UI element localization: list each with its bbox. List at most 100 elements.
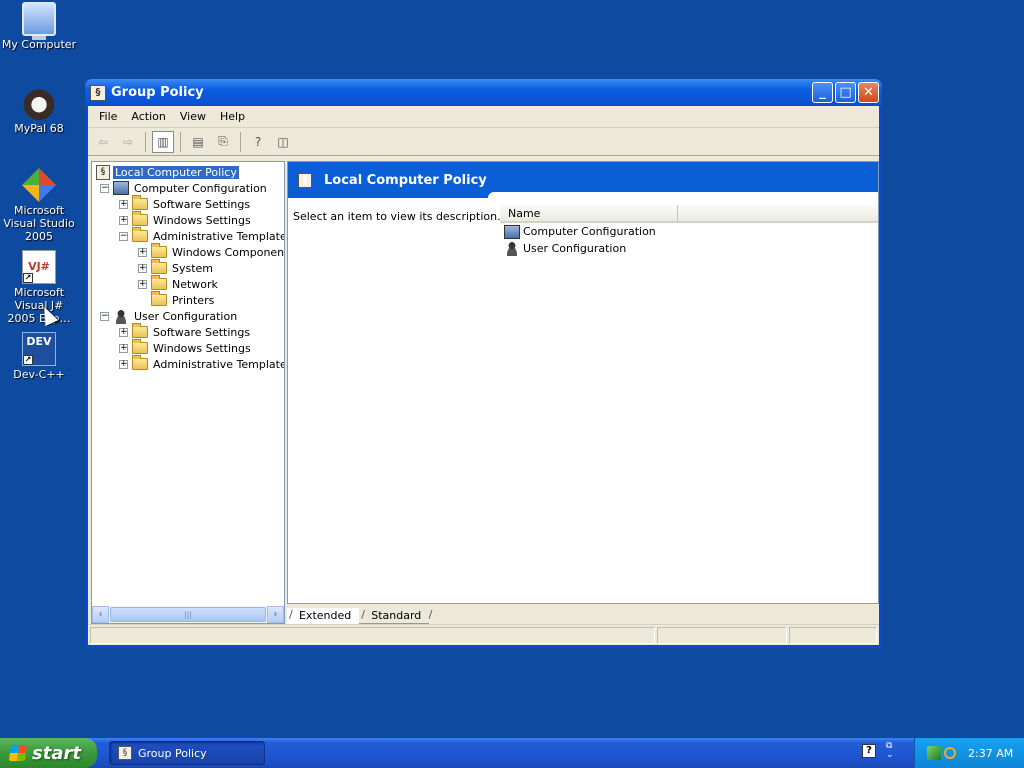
taskbar-button-label: Group Policy bbox=[138, 746, 207, 760]
minimize-icon: _ bbox=[819, 85, 826, 100]
mypal-icon bbox=[22, 86, 56, 120]
properties-button[interactable]: ▤ bbox=[187, 131, 209, 153]
tree-node-windows-components[interactable]: + Windows Components bbox=[92, 243, 284, 260]
details-pane: § Local Computer Policy Select an item t… bbox=[287, 161, 879, 604]
collapse-toggle[interactable]: − bbox=[119, 231, 128, 241]
export-list-button[interactable]: ⎘ bbox=[212, 131, 234, 153]
scroll-right-button[interactable]: › bbox=[267, 606, 284, 623]
computer-icon bbox=[504, 224, 520, 239]
scroll-thumb[interactable]: ||| bbox=[110, 607, 266, 622]
shortcut-arrow-icon: ↗ bbox=[23, 273, 33, 283]
tree-node-cc-windows-settings[interactable]: + Windows Settings bbox=[92, 211, 284, 228]
restore-icon[interactable]: ⧉ ⌄ bbox=[886, 742, 894, 760]
folder-icon bbox=[132, 355, 148, 370]
tree-label: Network bbox=[172, 277, 218, 291]
tab-standard[interactable]: Standard bbox=[359, 608, 432, 624]
search-icon[interactable] bbox=[944, 747, 956, 759]
list-item-label: User Configuration bbox=[523, 242, 627, 255]
desktop-icon-visual-studio[interactable]: Microsoft Visual Studio 2005 bbox=[0, 168, 78, 243]
start-button[interactable]: start bbox=[0, 738, 97, 768]
show-hide-tree-button[interactable]: ▥ bbox=[152, 130, 174, 153]
minimize-button[interactable]: _ bbox=[812, 82, 833, 103]
properties-icon: ▤ bbox=[192, 134, 204, 149]
expand-toggle[interactable]: + bbox=[119, 215, 128, 225]
user-icon bbox=[504, 241, 520, 256]
expand-toggle[interactable]: + bbox=[138, 263, 147, 273]
status-cell bbox=[657, 627, 787, 644]
forward-arrow-icon: ⇨ bbox=[122, 134, 134, 149]
taskbar: start § Group Policy ? ⧉ ⌄ 2:37 AM bbox=[0, 738, 1024, 768]
group-policy-app-icon[interactable]: § bbox=[90, 84, 106, 101]
back-button[interactable]: ⇦ bbox=[92, 131, 114, 153]
group-policy-window: § Group Policy _ □ ✕ File Action View He… bbox=[85, 79, 882, 648]
menu-file[interactable]: File bbox=[92, 108, 124, 125]
system-tray: 2:37 AM bbox=[914, 738, 1024, 768]
clock[interactable]: 2:37 AM bbox=[968, 747, 1013, 760]
forward-button[interactable]: ⇨ bbox=[117, 131, 139, 153]
tab-extended[interactable]: Extended bbox=[287, 608, 360, 624]
column-header-name[interactable]: Name bbox=[500, 205, 678, 221]
back-arrow-icon: ⇦ bbox=[97, 134, 109, 149]
desktop-icon-my-computer[interactable]: My Computer bbox=[0, 2, 78, 51]
tree-label: Software Settings bbox=[153, 325, 251, 339]
help-topic-icon: ? bbox=[254, 134, 262, 149]
group-policy-app-icon: § bbox=[118, 746, 132, 760]
network-tray-icon[interactable] bbox=[927, 746, 941, 760]
tree-node-cc-administrative-templates[interactable]: − Administrative Templates bbox=[92, 227, 284, 244]
help-icon[interactable]: ? bbox=[862, 744, 876, 758]
tree-node-uc-windows-settings[interactable]: + Windows Settings bbox=[92, 339, 284, 356]
title-bar[interactable]: § Group Policy _ □ ✕ bbox=[85, 79, 882, 106]
folder-icon bbox=[132, 227, 148, 242]
visual-studio-icon bbox=[22, 168, 56, 202]
tree-node-uc-software-settings[interactable]: + Software Settings bbox=[92, 323, 284, 340]
policy-scroll-icon: § bbox=[96, 164, 110, 180]
list-item-computer-configuration[interactable]: Computer Configuration bbox=[500, 223, 878, 240]
list-item-label: Computer Configuration bbox=[523, 225, 656, 238]
tree-label: Windows Settings bbox=[153, 341, 251, 355]
tree-node-computer-configuration[interactable]: − Computer Configuration bbox=[92, 180, 284, 196]
expand-toggle[interactable]: + bbox=[138, 279, 147, 289]
folder-icon bbox=[151, 243, 167, 258]
status-cell bbox=[90, 627, 655, 644]
tree-node-printers[interactable]: Printers bbox=[92, 291, 284, 308]
tree-horizontal-scrollbar[interactable]: ‹ ||| › bbox=[92, 606, 284, 623]
tree-node-system[interactable]: + System bbox=[92, 259, 284, 276]
tree-label: Administrative Templates bbox=[153, 229, 284, 243]
desktop-icon-dev-cpp[interactable]: DEV ↗ Dev-C++ bbox=[0, 332, 78, 381]
close-button[interactable]: ✕ bbox=[858, 82, 879, 103]
scroll-left-button[interactable]: ‹ bbox=[92, 606, 109, 623]
visual-jsharp-icon: VJ# ↗ bbox=[22, 250, 56, 284]
tree-node-network[interactable]: + Network bbox=[92, 275, 284, 292]
show-hide-action-pane-button[interactable]: ◫ bbox=[272, 131, 294, 153]
expand-toggle[interactable]: + bbox=[119, 359, 128, 369]
tree-label: User Configuration bbox=[134, 309, 238, 323]
items-list: Name Computer Configuration User Configu… bbox=[500, 205, 878, 603]
collapse-toggle[interactable]: − bbox=[100, 183, 109, 193]
taskbar-button-group-policy[interactable]: § Group Policy bbox=[109, 741, 265, 765]
status-bar bbox=[88, 624, 879, 645]
tree-label: System bbox=[172, 261, 214, 275]
menu-help[interactable]: Help bbox=[213, 108, 252, 125]
desktop-icon-label: MyPal 68 bbox=[14, 122, 64, 135]
maximize-button[interactable]: □ bbox=[835, 82, 856, 103]
expand-toggle[interactable]: + bbox=[119, 327, 128, 337]
expand-toggle[interactable]: + bbox=[119, 199, 128, 209]
tree-label: Windows Settings bbox=[153, 213, 251, 227]
menu-view[interactable]: View bbox=[173, 108, 213, 125]
list-item-user-configuration[interactable]: User Configuration bbox=[500, 240, 878, 257]
tree-node-user-configuration[interactable]: − User Configuration bbox=[92, 308, 284, 324]
action-pane-icon: ◫ bbox=[277, 134, 289, 149]
expand-toggle[interactable]: + bbox=[138, 247, 147, 257]
start-label: start bbox=[32, 742, 81, 764]
desktop-icon-mypal[interactable]: MyPal 68 bbox=[0, 86, 78, 135]
menu-action[interactable]: Action bbox=[124, 108, 172, 125]
expand-toggle[interactable]: + bbox=[119, 343, 128, 353]
status-cell bbox=[789, 627, 877, 644]
tree-node-local-computer-policy[interactable]: § Local Computer Policy bbox=[92, 164, 284, 180]
help-button[interactable]: ? bbox=[247, 131, 269, 153]
tree-node-cc-software-settings[interactable]: + Software Settings bbox=[92, 195, 284, 212]
folder-icon bbox=[151, 259, 167, 274]
collapse-toggle[interactable]: − bbox=[100, 311, 109, 321]
tree-node-uc-administrative-templates[interactable]: + Administrative Templates bbox=[92, 355, 284, 372]
computer-icon bbox=[113, 181, 129, 195]
